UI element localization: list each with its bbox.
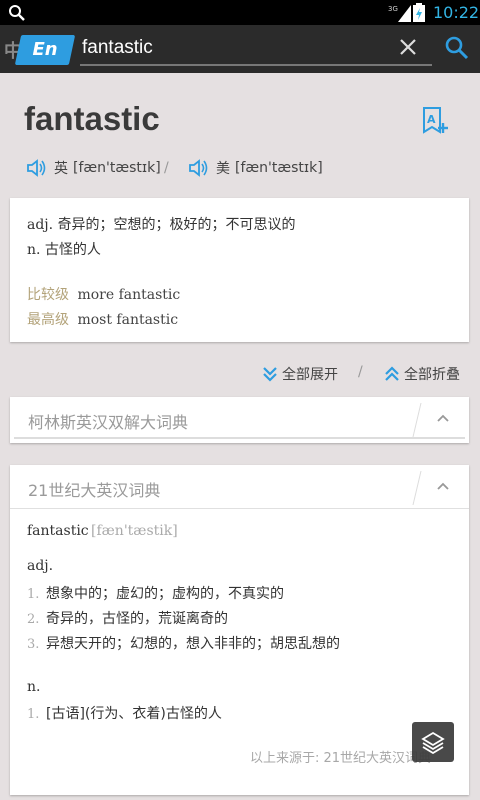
part-of-speech: adj. — [27, 217, 54, 233]
header-underline — [14, 437, 465, 439]
signal-icon: 3G — [388, 5, 411, 22]
dictionary-title: 21世纪大英汉词典 — [28, 481, 161, 500]
collins-dictionary-header[interactable]: 柯林斯英汉双解大词典 — [10, 397, 469, 441]
pronunciation-row: 英 [fæn'tæstɪk] / 美 [fæn'tæstɪk] — [26, 158, 466, 182]
pron-uk-button[interactable]: 英 [fæn'tæstɪk] — [26, 158, 161, 178]
sense-number: 3. — [27, 637, 40, 652]
superlative-form: 最高级 most fantastic — [27, 309, 178, 329]
century21-dictionary-section: 21世纪大英汉词典 fantastic [fæn'tæstik] adj. 1.… — [10, 465, 469, 795]
definition-line: n. 古怪的人 — [27, 239, 101, 259]
header-divider — [412, 403, 422, 437]
sense-text: 奇异的，古怪的，荒诞离奇的 — [46, 611, 228, 627]
form-value[interactable]: more fantastic — [77, 287, 180, 303]
layers-icon — [421, 731, 445, 754]
century21-dictionary-header[interactable]: 21世纪大英汉词典 — [10, 465, 469, 509]
layers-button[interactable] — [412, 722, 454, 762]
add-to-wordbook-icon[interactable]: A — [420, 106, 450, 136]
expand-all-label: 全部展开 — [282, 367, 338, 383]
sense-text: [古语](行为、衣着)古怪的人 — [46, 706, 222, 722]
header-divider — [412, 471, 422, 505]
chevron-up-icon[interactable] — [436, 480, 450, 492]
status-bar: 3G 10:22 — [0, 0, 480, 25]
headword: fantastic — [24, 100, 160, 137]
sense-item: 1. 想象中的；虚幻的；虚构的，不真实的 — [27, 583, 284, 603]
language-switch-button[interactable]: 中 En — [0, 33, 76, 69]
form-label: 最高级 — [27, 312, 69, 328]
basic-definition-card: adj. 奇异的；空想的；极好的；不可思议的 n. 古怪的人 比较级 more … — [10, 198, 469, 342]
sense-item: 3. 异想天开的；幻想的，想入非非的；胡思乱想的 — [27, 633, 340, 653]
pron-us-label: 美 — [216, 161, 230, 177]
svg-text:3G: 3G — [388, 5, 398, 13]
definition-line: adj. 奇异的；空想的；极好的；不可思议的 — [27, 214, 296, 234]
chevron-up-icon[interactable] — [436, 412, 450, 424]
battery-icon — [413, 3, 425, 22]
speaker-icon — [27, 159, 46, 177]
sense-number: 1. — [27, 707, 40, 722]
entry-phonetic: [fæn'tæstik] — [91, 523, 178, 539]
sense-text: 想象中的；虚幻的；虚构的，不真实的 — [46, 586, 284, 602]
svg-text:A: A — [427, 113, 436, 126]
part-of-speech: n. — [27, 242, 41, 258]
collapse-all-label: 全部折叠 — [404, 367, 460, 383]
search-input[interactable] — [82, 33, 382, 63]
sense-item: 2. 奇异的，古怪的，荒诞离奇的 — [27, 608, 228, 628]
definition-text: 古怪的人 — [44, 242, 101, 258]
collins-dictionary-section: 柯林斯英汉双解大词典 — [10, 397, 469, 443]
close-icon[interactable] — [396, 35, 420, 59]
pron-uk-label: 英 — [54, 161, 68, 177]
dictionary-title: 柯林斯英汉双解大词典 — [28, 413, 189, 432]
part-of-speech: n. — [27, 679, 41, 695]
search-bar: 中 En — [0, 25, 480, 73]
pron-separator: / — [164, 160, 169, 176]
definition-text: 奇异的；空想的；极好的；不可思议的 — [57, 217, 296, 233]
search-underline — [80, 64, 432, 66]
search-icon — [9, 5, 25, 21]
clock: 10:22 — [433, 3, 480, 22]
toggle-separator: / — [358, 364, 363, 380]
pron-uk-phonetic: [fæn'tæstɪk] — [73, 160, 161, 176]
sense-number: 1. — [27, 587, 40, 602]
double-chevron-down-icon — [263, 367, 277, 382]
source-attribution: 以上来源于: 21世纪大英汉词典 — [250, 751, 432, 766]
sense-item: 1. [古语](行为、衣着)古怪的人 — [27, 703, 222, 723]
pron-us-button[interactable]: 美 [fæn'tæstɪk] — [188, 158, 323, 178]
double-chevron-up-icon — [385, 366, 399, 381]
expand-all-button[interactable]: 全部展开 — [262, 364, 338, 384]
speaker-icon — [189, 159, 208, 177]
header-divider-line — [10, 508, 469, 509]
form-value[interactable]: most fantastic — [77, 312, 178, 328]
comparative-form: 比较级 more fantastic — [27, 284, 180, 304]
sense-text: 异想天开的；幻想的，想入非非的；胡思乱想的 — [46, 636, 340, 652]
search-icon[interactable] — [444, 35, 470, 61]
lang-to-badge: En — [14, 35, 76, 65]
pron-us-phonetic: [fæn'tæstɪk] — [235, 160, 323, 176]
lang-to-label: En — [32, 39, 58, 60]
sense-number: 2. — [27, 612, 40, 627]
entry-headword: fantastic — [27, 523, 89, 539]
part-of-speech: adj. — [27, 558, 54, 574]
collapse-all-button[interactable]: 全部折叠 — [384, 364, 460, 384]
form-label: 比较级 — [27, 287, 69, 303]
